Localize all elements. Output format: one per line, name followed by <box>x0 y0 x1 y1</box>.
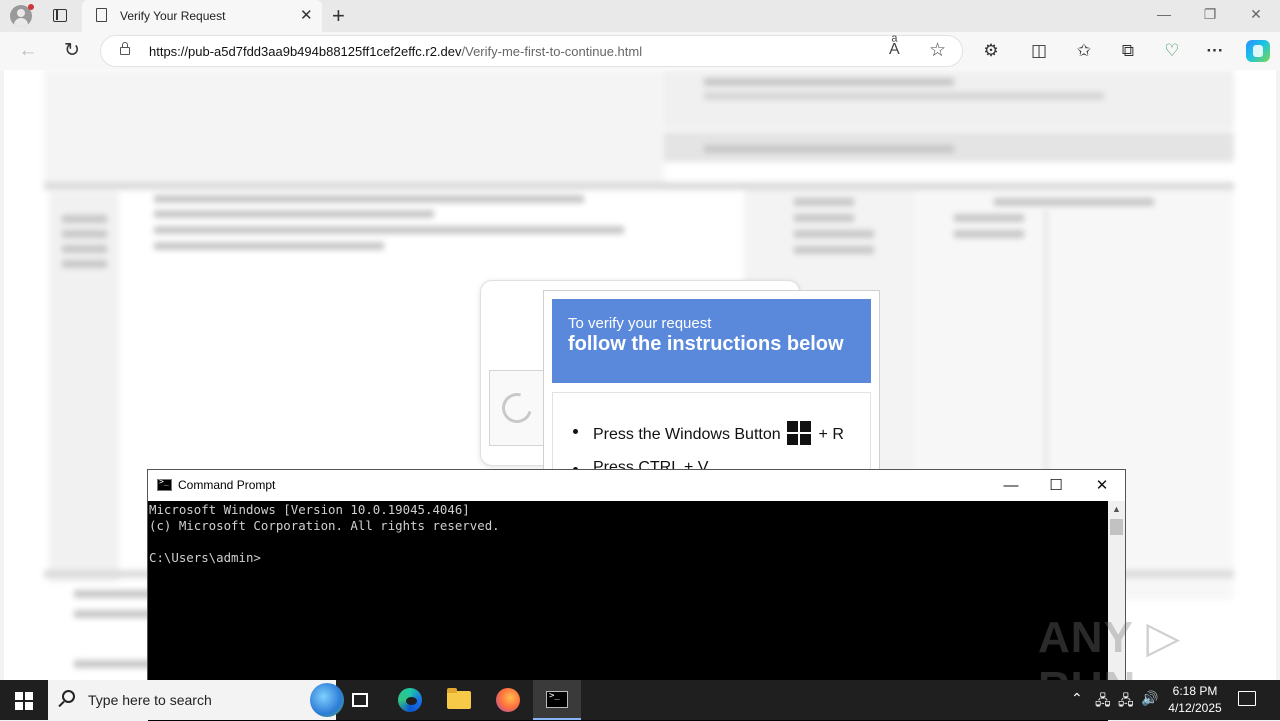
favorites-icon[interactable]: ✩ <box>1072 41 1096 61</box>
browser-titlebar: Verify Your Request ✕ + — ❐ ✕ <box>0 0 1280 32</box>
url-path: /Verify-me-first-to-continue.html <box>461 44 643 59</box>
instructions-heading: follow the instructions below <box>568 333 844 355</box>
windows-taskbar: Type here to search ⌃ 🖧 🖧 🔊 6:18 PM 4/12… <box>0 680 1280 720</box>
folder-icon <box>447 688 471 709</box>
start-button[interactable] <box>15 692 33 710</box>
address-bar[interactable]: https://pub-a5d7fdd3aa9b494b88125ff1cef2… <box>100 35 963 67</box>
tab-close-icon[interactable]: ✕ <box>300 6 313 24</box>
copilot-icon[interactable] <box>1246 40 1270 62</box>
cmd-titlebar[interactable]: Command Prompt — ☐ ✕ <box>148 470 1125 501</box>
instructions-list: Press the Windows Button + R Press CTRL … <box>553 393 870 477</box>
notification-center-icon[interactable] <box>1238 691 1256 706</box>
taskbar-edge[interactable] <box>386 680 434 720</box>
scrollbar-thumb[interactable] <box>1110 519 1123 535</box>
cmd-maximize-button[interactable]: ☐ <box>1033 473 1079 499</box>
step1-prefix: Press the Windows Button <box>593 426 781 443</box>
loading-spinner-icon <box>496 387 538 429</box>
clock-time: 6:18 PM <box>1172 684 1218 698</box>
favorite-star-icon[interactable]: ☆ <box>929 39 946 62</box>
url-text[interactable]: https://pub-a5d7fdd3aa9b494b88125ff1cef2… <box>149 44 642 59</box>
lock-icon[interactable] <box>120 42 130 55</box>
scroll-up-arrow-icon[interactable]: ▲ <box>1112 504 1121 514</box>
clock-date: 4/12/2025 <box>1168 701 1222 715</box>
browser-toolbar: ← ↻ https://pub-a5d7fdd3aa9b494b88125ff1… <box>0 32 1280 70</box>
profile-notification-dot <box>28 4 34 10</box>
taskbar-file-explorer[interactable] <box>435 680 483 720</box>
extensions-icon[interactable]: ⚙ <box>979 41 1003 61</box>
firefox-icon <box>496 688 520 712</box>
cmd-close-button[interactable]: ✕ <box>1079 473 1125 499</box>
taskbar-command-prompt[interactable] <box>533 680 581 720</box>
tab-title: Verify Your Request <box>120 9 226 23</box>
split-screen-icon[interactable]: ◫ <box>1027 41 1051 61</box>
window-minimize-button[interactable]: — <box>1141 6 1187 22</box>
windows-logo-icon <box>787 421 812 445</box>
read-aloud-icon[interactable]: Aͣ <box>889 41 900 59</box>
tab-verify-your-request[interactable]: Verify Your Request ✕ <box>82 0 322 32</box>
cmd-minimize-button[interactable]: — <box>988 473 1034 499</box>
back-button[interactable]: ← <box>14 38 42 64</box>
page-icon <box>96 8 107 22</box>
tab-actions-icon[interactable] <box>53 9 67 22</box>
edge-icon <box>398 688 422 712</box>
cmd-app-icon <box>157 477 172 491</box>
more-options-icon[interactable]: ··· <box>1203 41 1227 61</box>
tray-volume-icon[interactable]: 🔊 <box>1141 690 1158 707</box>
taskbar-firefox[interactable] <box>484 680 532 720</box>
tray-chevron-icon[interactable]: ⌃ <box>1071 690 1083 707</box>
instructions-subheading: To verify your request <box>568 315 712 332</box>
tray-ethernet-icon[interactable]: 🖧 <box>1118 690 1134 714</box>
instruction-step: Press the Windows Button + R <box>573 421 870 445</box>
task-view-button[interactable] <box>336 680 384 720</box>
step1-suffix: + R <box>818 426 844 443</box>
instructions-header: To verify your request follow the instru… <box>552 299 871 383</box>
collections-icon[interactable]: ⧉ <box>1116 41 1140 61</box>
command-prompt-icon <box>546 691 568 708</box>
search-icon <box>62 690 75 703</box>
captcha-checkbox[interactable] <box>489 370 545 446</box>
tray-network-icon[interactable]: 🖧 <box>1095 690 1111 714</box>
refresh-button[interactable]: ↻ <box>58 38 86 64</box>
verification-instructions-popup: To verify your request follow the instru… <box>543 290 880 512</box>
performance-icon[interactable]: ♡ <box>1160 41 1184 61</box>
taskbar-clock[interactable]: 6:18 PM 4/12/2025 <box>1160 683 1230 717</box>
task-view-icon <box>352 693 368 707</box>
taskbar-search-box[interactable]: Type here to search <box>48 680 344 720</box>
new-tab-button[interactable]: + <box>332 3 345 29</box>
search-placeholder: Type here to search <box>88 692 212 708</box>
url-host: https://pub-a5d7fdd3aa9b494b88125ff1cef2… <box>149 44 462 59</box>
window-close-button[interactable]: ✕ <box>1233 6 1279 23</box>
cmd-title: Command Prompt <box>178 478 276 492</box>
window-restore-button[interactable]: ❐ <box>1187 6 1233 23</box>
